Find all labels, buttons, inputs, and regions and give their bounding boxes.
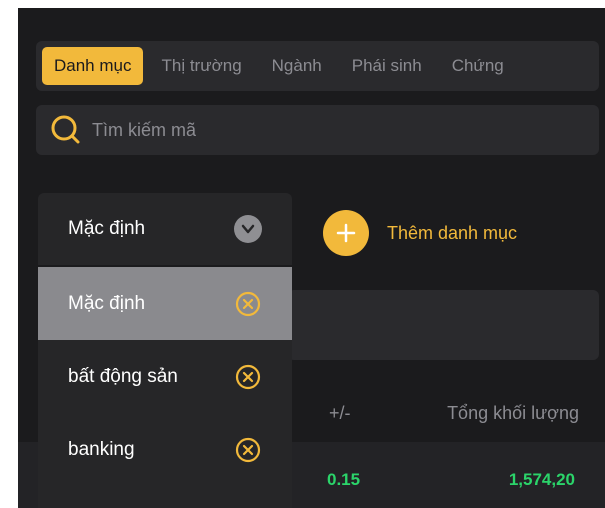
plus-icon [323, 210, 369, 256]
watchlist-screen: Danh mục Thị trường Ngành Phái sinh Chứn… [18, 8, 605, 508]
search-input[interactable] [90, 118, 554, 142]
tab-phai-sinh[interactable]: Phái sinh [340, 47, 434, 85]
menu-item-label: banking [68, 438, 135, 460]
remove-circle-icon[interactable] [234, 363, 262, 391]
add-watchlist-label: Thêm danh mục [387, 222, 518, 243]
change-value: 0.15 [327, 470, 361, 489]
market-tabs: Danh mục Thị trường Ngành Phái sinh Chứn… [36, 41, 599, 91]
column-header-total-volume: Tổng khối lượng [447, 403, 579, 423]
tab-danh-muc[interactable]: Danh mục [42, 47, 144, 85]
menu-item-label: Mặc định [68, 292, 146, 314]
watchlist-select[interactable]: Mặc định [38, 193, 292, 265]
search-icon [50, 114, 82, 146]
menu-item-mac-dinh[interactable]: Mặc định [38, 267, 292, 340]
menu-item-banking[interactable]: banking [38, 413, 292, 486]
add-watchlist-button[interactable]: Thêm danh mục [323, 210, 517, 256]
remove-circle-icon[interactable] [234, 290, 262, 318]
menu-item-bat-dong-san[interactable]: bất động sản [38, 340, 292, 413]
watchlist-select-value: Mặc định [68, 218, 146, 239]
chevron-down-icon [234, 215, 262, 243]
menu-item-label: bất động sản [68, 365, 178, 387]
column-header-change: +/- [329, 403, 351, 423]
search-bar[interactable] [36, 105, 599, 155]
tab-chung[interactable]: Chứng [440, 47, 516, 85]
remove-circle-icon[interactable] [234, 436, 262, 464]
total-volume-value: 1,574,20 [508, 470, 575, 489]
tab-thi-truong[interactable]: Thị trường [149, 47, 253, 85]
watchlist-panel [288, 290, 599, 360]
watchlist-menu: Mặc định bất động sản banking [38, 267, 292, 508]
tab-nganh[interactable]: Ngành [260, 47, 334, 85]
